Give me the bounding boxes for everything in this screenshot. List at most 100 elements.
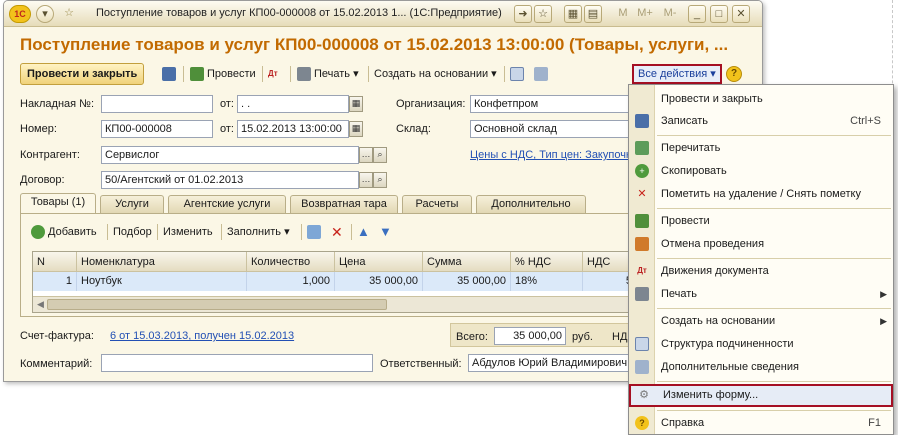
- column-header[interactable]: Цена: [335, 252, 423, 272]
- column-header[interactable]: Номенклатура: [77, 252, 247, 272]
- menu-item-save[interactable]: Записать Ctrl+S: [629, 110, 893, 132]
- menu-item-change-form[interactable]: ⚙ Изменить форму...: [629, 384, 893, 407]
- date-field[interactable]: 15.02.2013 13:00:00: [237, 120, 349, 138]
- maximize-button[interactable]: □: [710, 5, 728, 23]
- calendar-icon[interactable]: ▦: [349, 96, 363, 112]
- memory-plus-button[interactable]: M+: [634, 5, 656, 23]
- menu-item-post[interactable]: Провести: [629, 210, 893, 232]
- list-icon[interactable]: [534, 63, 551, 85]
- contract-label: Договор:: [20, 174, 65, 186]
- menu-item-movements[interactable]: Дт Движения документа: [629, 260, 893, 282]
- select-ellipsis-icon[interactable]: …: [359, 172, 373, 188]
- menu-divider: [657, 258, 891, 259]
- toolbar-divider: [368, 66, 369, 82]
- column-header[interactable]: Количество: [247, 252, 335, 272]
- toolbar-divider: [107, 224, 108, 240]
- column-header[interactable]: % НДС: [511, 252, 583, 272]
- print-button[interactable]: Печать ▾: [297, 63, 359, 85]
- bookmark-icon[interactable]: ☆: [534, 5, 552, 23]
- structure-icon[interactable]: [510, 63, 527, 85]
- post-and-close-button[interactable]: Провести и закрыть: [20, 63, 145, 85]
- close-button[interactable]: ✕: [732, 5, 750, 23]
- toolbar-divider: [221, 224, 222, 240]
- add-row-icon[interactable]: [307, 221, 324, 243]
- search-icon[interactable]: ⌕: [373, 172, 387, 188]
- search-icon[interactable]: ⌕: [373, 147, 387, 163]
- number-field[interactable]: КП00-000008: [101, 120, 213, 138]
- window-title: Поступление товаров и услуг КП00-000008 …: [96, 7, 502, 19]
- goods-table: N Номенклатура Количество Цена Сумма % Н…: [32, 251, 636, 313]
- responsible-field[interactable]: Абдулов Юрий Владимирович: [468, 354, 632, 372]
- table-cell[interactable]: 1,000: [247, 272, 335, 291]
- delete-icon[interactable]: ✕: [331, 221, 343, 243]
- menu-item-unpost[interactable]: Отмена проведения: [629, 233, 893, 255]
- organization-label: Организация:: [396, 98, 466, 110]
- scroll-left-icon[interactable]: ◀: [37, 299, 44, 310]
- column-header[interactable]: N: [33, 252, 77, 272]
- tab-settlements[interactable]: Расчеты: [402, 195, 472, 213]
- move-up-icon[interactable]: ▲: [357, 221, 370, 243]
- menu-item-reload[interactable]: Перечитать: [629, 137, 893, 159]
- minimize-button[interactable]: _: [688, 5, 706, 23]
- fill-button[interactable]: Заполнить ▾: [227, 221, 290, 243]
- all-actions-button[interactable]: Все действия ▾: [632, 64, 722, 84]
- menu-item-copy[interactable]: + Скопировать: [629, 160, 893, 182]
- warehouse-field[interactable]: Основной склад: [470, 120, 632, 138]
- help-icon: ?: [635, 416, 649, 430]
- prices-link[interactable]: Цены с НДС, Тип цен: Закупочная: [470, 149, 630, 161]
- help-icon[interactable]: ?: [726, 66, 742, 82]
- app-logo[interactable]: 1С: [9, 5, 31, 23]
- toolbar-divider: [301, 224, 302, 240]
- number-label: Номер:: [20, 123, 57, 135]
- tab-goods[interactable]: Товары (1): [20, 193, 96, 214]
- table-cell[interactable]: 18%: [511, 272, 583, 291]
- menu-arrow-icon[interactable]: ▾: [36, 5, 54, 23]
- back-arrow-icon[interactable]: ➜: [514, 5, 532, 23]
- organization-field[interactable]: Конфетпром: [470, 95, 632, 113]
- menu-item-help[interactable]: ? Справка F1: [629, 412, 893, 434]
- menu-item-create-based[interactable]: Создать на основании ▶: [629, 310, 893, 332]
- tab-returnable-packaging[interactable]: Возвратная тара: [290, 195, 398, 213]
- post-button[interactable]: Провести: [190, 63, 256, 85]
- contractor-field[interactable]: Сервислог: [101, 146, 359, 164]
- table-cell[interactable]: 35 000,00: [423, 272, 511, 291]
- menu-item-additional-info[interactable]: Дополнительные сведения: [629, 356, 893, 378]
- star-icon[interactable]: ☆: [60, 5, 78, 23]
- memory-button[interactable]: M: [614, 5, 632, 23]
- invoice-date-field[interactable]: . .: [237, 95, 349, 113]
- invoice-number-field[interactable]: [101, 95, 213, 113]
- submenu-arrow-icon: ▶: [880, 289, 887, 299]
- comment-field[interactable]: [101, 354, 373, 372]
- memory-minus-button[interactable]: M-: [659, 5, 681, 23]
- movements-icon: Дт: [637, 266, 647, 275]
- column-header[interactable]: Сумма: [423, 252, 511, 272]
- contract-field[interactable]: 50/Агентский от 01.02.2013: [101, 171, 359, 189]
- tab-services[interactable]: Услуги: [100, 195, 164, 213]
- create-based-button[interactable]: Создать на основании ▾: [374, 63, 497, 85]
- calendar-icon[interactable]: ▤: [584, 5, 602, 23]
- invoice-link[interactable]: 6 от 15.03.2013, получен 15.02.2013: [110, 330, 294, 342]
- table-cell[interactable]: 1: [33, 272, 77, 291]
- move-down-icon[interactable]: ▼: [379, 221, 392, 243]
- contractor-label: Контрагент:: [20, 149, 80, 161]
- select-ellipsis-icon[interactable]: …: [359, 147, 373, 163]
- menu-item-structure[interactable]: Структура подчиненности: [629, 333, 893, 355]
- gear-icon: ⚙: [639, 389, 649, 401]
- pick-button[interactable]: Подбор: [113, 221, 152, 243]
- page-title: Поступление товаров и услуг КП00-000008 …: [20, 35, 729, 54]
- edit-button[interactable]: Изменить: [163, 221, 213, 243]
- scrollbar-thumb[interactable]: [47, 299, 387, 310]
- tab-agent-services[interactable]: Агентские услуги: [168, 195, 286, 213]
- add-button[interactable]: Добавить: [31, 221, 97, 243]
- tab-additional[interactable]: Дополнительно: [476, 195, 586, 213]
- calendar-icon[interactable]: ▦: [349, 121, 363, 137]
- save-icon[interactable]: [162, 63, 179, 85]
- table-cell[interactable]: 35 000,00: [335, 272, 423, 291]
- table-cell[interactable]: Ноутбук: [77, 272, 247, 291]
- menu-item-print[interactable]: Печать ▶: [629, 283, 893, 305]
- movements-icon[interactable]: Дт: [268, 63, 278, 85]
- calculator-icon[interactable]: ▦: [564, 5, 582, 23]
- menu-item-post-and-close[interactable]: Провести и закрыть: [629, 88, 893, 110]
- menu-item-mark-delete[interactable]: ✕ Пометить на удаление / Снять пометку: [629, 183, 893, 205]
- horizontal-scrollbar[interactable]: ◀: [33, 296, 635, 312]
